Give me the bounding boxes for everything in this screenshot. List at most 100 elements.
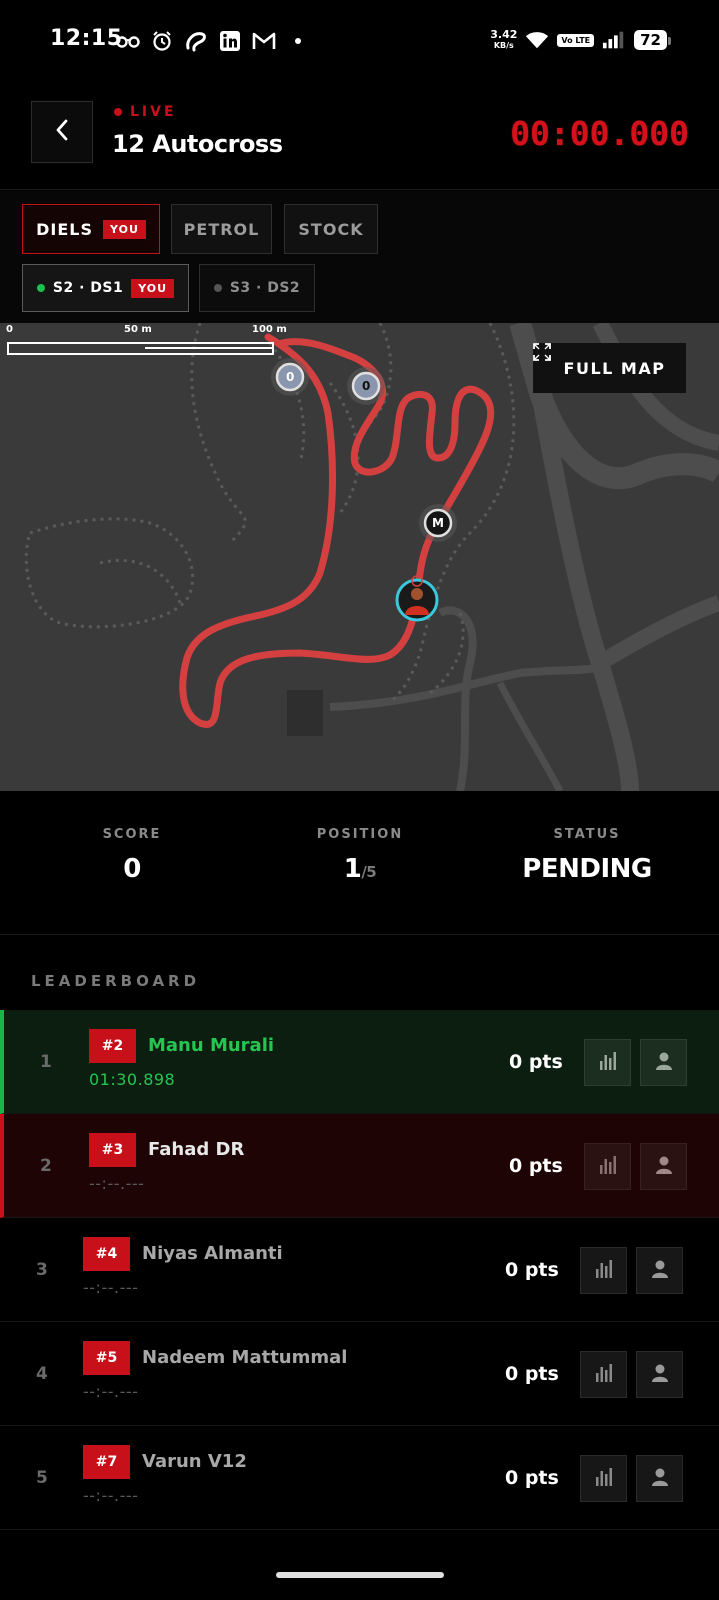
event-header: LIVE 12 Autocross 00:00.000 — [0, 84, 719, 190]
live-label: LIVE — [130, 104, 177, 120]
stat-label: SCORE — [102, 827, 162, 842]
dot-icon — [286, 29, 310, 53]
you-badge: YOU — [131, 278, 175, 298]
user-icon — [650, 1467, 670, 1491]
class-session-tabs: DIELS YOU PETROL STOCK S2 · DS1 YOU S3 ·… — [0, 191, 719, 323]
inactive-dot-icon — [213, 284, 222, 292]
row-position: 4 — [36, 1364, 48, 1384]
driver-name: Fahad DR — [148, 1139, 245, 1160]
wifi-icon — [525, 28, 549, 52]
stats-button[interactable] — [580, 1351, 627, 1398]
profile-button[interactable] — [636, 1247, 683, 1294]
live-indicator: LIVE — [114, 104, 177, 120]
stats-button[interactable] — [580, 1455, 627, 1502]
row-position: 1 — [40, 1052, 52, 1072]
user-icon — [650, 1259, 670, 1283]
tab-session-s3-ds2[interactable]: S3 · DS2 — [199, 264, 315, 312]
stat-value: 0 — [123, 854, 141, 884]
driver-stats: SCORE 0 POSITION 1/5 STATUS PENDING — [0, 791, 719, 935]
driver-name: Nadeem Mattummal — [142, 1347, 348, 1368]
table-row[interactable]: 3 #4 Niyas Almanti --:--.--- 0 pts — [0, 1218, 719, 1322]
car-number-badge: #3 — [89, 1133, 136, 1167]
subtab-label: S2 · DS1 — [52, 280, 124, 296]
car-number-badge: #5 — [83, 1341, 130, 1375]
row-position: 5 — [36, 1468, 48, 1488]
status-bar: 12:15 3.42 KB/s Vo LTE 72 — [0, 0, 719, 84]
page-title: 12 Autocross — [112, 130, 283, 158]
table-row[interactable]: 5 #7 Varun V12 --:--.--- 0 pts — [0, 1426, 719, 1530]
status-time: 12:15 — [50, 26, 123, 51]
bar-chart-icon — [594, 1259, 614, 1283]
signal-icon — [602, 28, 626, 52]
stat-value: 1/5 — [343, 854, 377, 884]
you-badge: YOU — [103, 219, 146, 239]
table-row[interactable]: 1 #2 Manu Murali 01:30.898 0 pts — [0, 1010, 719, 1114]
row-points: 0 pts — [505, 1259, 559, 1281]
profile-button[interactable] — [640, 1039, 687, 1086]
tab-label: STOCK — [298, 219, 364, 239]
tab-session-s2-ds1[interactable]: S2 · DS1 YOU — [22, 264, 189, 312]
scale-label-50: 50 m — [124, 324, 152, 335]
lap-time: 01:30.898 — [89, 1070, 176, 1089]
stat-score: SCORE 0 — [12, 791, 252, 884]
map-canvas — [7, 323, 719, 791]
driver-name: Varun V12 — [142, 1451, 247, 1472]
notification-icons — [116, 26, 310, 56]
stat-label: STATUS — [553, 827, 621, 842]
airtel-icon — [184, 29, 208, 53]
stat-status: STATUS PENDING — [467, 791, 707, 884]
chevron-left-icon — [54, 118, 70, 146]
row-points: 0 pts — [509, 1051, 563, 1073]
gmail-icon — [252, 29, 276, 53]
user-icon — [654, 1051, 674, 1075]
stats-button[interactable] — [580, 1247, 627, 1294]
marker-label: 0 — [362, 379, 371, 393]
live-dot-icon — [114, 108, 122, 116]
profile-button[interactable] — [636, 1455, 683, 1502]
full-map-button[interactable]: FULL MAP — [533, 343, 686, 393]
back-button[interactable] — [31, 101, 93, 163]
track-map[interactable]: 0 50 m 100 m 0 0 M FULL MAP — [0, 323, 719, 791]
row-points: 0 pts — [509, 1155, 563, 1177]
row-position: 3 — [36, 1260, 48, 1280]
session-timer: 00:00.000 — [510, 114, 689, 153]
stats-button[interactable] — [584, 1143, 631, 1190]
driver-avatar[interactable] — [395, 575, 439, 622]
row-points: 0 pts — [505, 1363, 559, 1385]
stat-label: POSITION — [316, 827, 404, 842]
bar-chart-icon — [594, 1363, 614, 1387]
table-row[interactable]: 2 #3 Fahad DR --:--.--- 0 pts — [0, 1114, 719, 1218]
car-number-badge: #2 — [89, 1029, 136, 1063]
tab-label: DIELS — [36, 219, 94, 239]
driver-name: Niyas Almanti — [142, 1243, 283, 1264]
lap-time: --:--.--- — [83, 1278, 139, 1297]
row-position: 2 — [40, 1156, 52, 1176]
stats-button[interactable] — [584, 1039, 631, 1086]
bar-chart-icon — [594, 1467, 614, 1491]
profile-button[interactable] — [640, 1143, 687, 1190]
car-number-badge: #7 — [83, 1445, 130, 1479]
tab-stock[interactable]: STOCK — [284, 204, 378, 254]
marker-label: M — [432, 516, 444, 530]
tab-diels[interactable]: DIELS YOU — [22, 204, 160, 254]
profile-button[interactable] — [636, 1351, 683, 1398]
volte-badge: Vo LTE — [557, 33, 595, 47]
lap-time: --:--.--- — [89, 1174, 145, 1193]
glasses-icon — [116, 29, 140, 53]
battery-indicator: 72 — [634, 30, 671, 50]
table-row[interactable]: 4 #5 Nadeem Mattummal --:--.--- 0 pts — [0, 1322, 719, 1426]
stat-value: PENDING — [522, 854, 652, 884]
car-number-badge: #4 — [83, 1237, 130, 1271]
linkedin-icon — [218, 29, 242, 53]
home-indicator[interactable] — [276, 1572, 444, 1578]
subtab-label: S3 · DS2 — [229, 280, 301, 296]
user-icon — [650, 1363, 670, 1387]
lap-time: --:--.--- — [83, 1382, 139, 1401]
user-icon — [654, 1155, 674, 1179]
network-speed: 3.42 KB/s — [490, 28, 518, 50]
bar-chart-icon — [598, 1155, 618, 1179]
tab-petrol[interactable]: PETROL — [171, 204, 272, 254]
stat-position: POSITION 1/5 — [240, 791, 480, 884]
scale-label-100: 100 m — [252, 324, 287, 335]
lap-time: --:--.--- — [83, 1486, 139, 1505]
